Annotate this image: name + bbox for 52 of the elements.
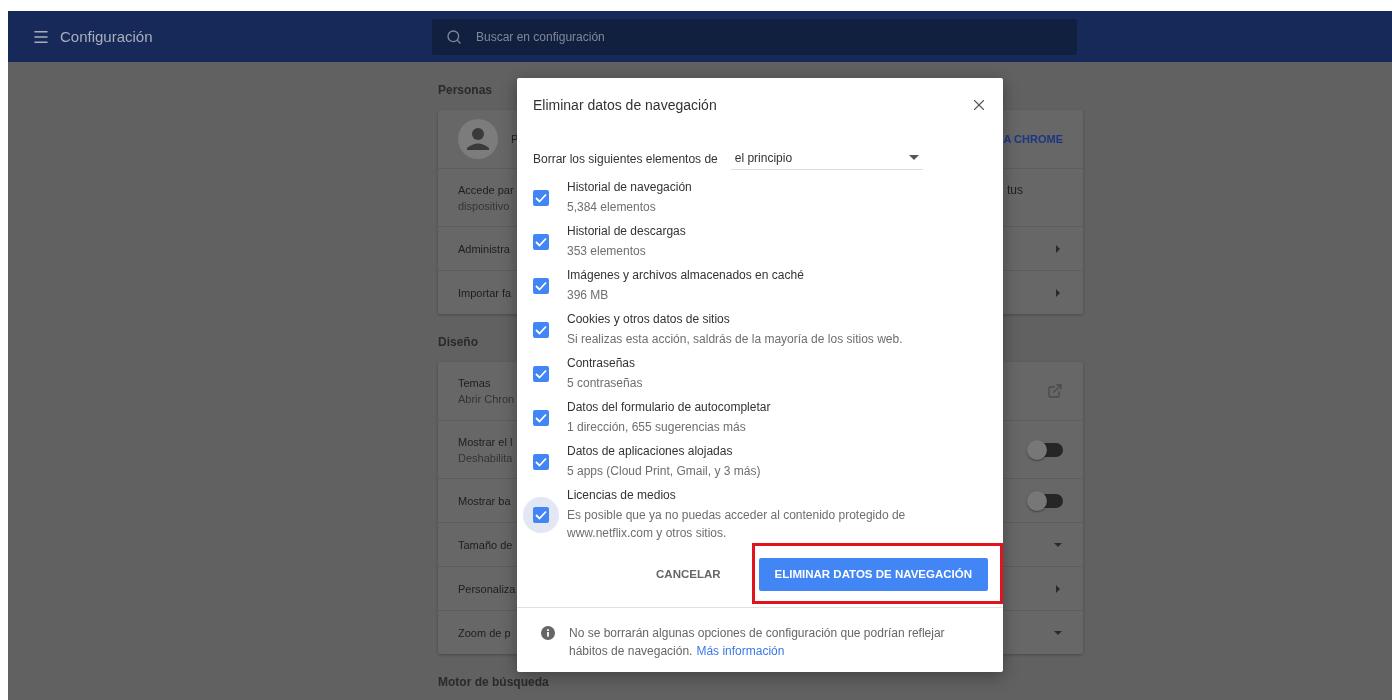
row-text: Zoom de p (458, 626, 511, 639)
avatar-icon (458, 119, 498, 159)
row-text: Accede par (458, 183, 514, 196)
item-title: Cookies y otros datos de sitios (567, 311, 731, 327)
item-detail: 5 contraseñas (567, 374, 644, 392)
item-detail: 1 dirección, 655 sugerencias más (567, 418, 747, 436)
item-detail: 5,384 elementos (567, 198, 657, 216)
checkbox[interactable] (533, 409, 549, 426)
item-title: Historial de descargas (567, 223, 687, 239)
checkbox[interactable] (533, 321, 549, 338)
item-title: Licencias de medios (567, 487, 677, 503)
item-title: Datos del formulario de autocompletar (567, 399, 772, 415)
clear-data-button[interactable]: ELIMINAR DATOS DE NAVEGACIÓN (758, 557, 988, 591)
item-detail: 396 MB (567, 286, 610, 304)
row-text: tus (1007, 183, 1023, 197)
row-text: Temas (458, 377, 492, 389)
row-text: Personaliza (458, 582, 516, 595)
time-range-select[interactable]: el principio (730, 147, 923, 170)
row-text: Mostrar ba (458, 494, 511, 507)
info-icon (541, 626, 555, 640)
item-title: Historial de navegación (567, 179, 693, 195)
checkbox[interactable] (533, 233, 549, 250)
item-detail: Es posible que ya no puedas acceder al contenido protegido de www.netflix.com y otros sitios. (567, 506, 907, 542)
item-title: Imágenes y archivos almacenados en caché (567, 267, 805, 283)
item-title: Datos de aplicaciones alojadas (567, 443, 734, 459)
toggle-switch[interactable] (1029, 493, 1063, 508)
search-icon (446, 28, 462, 45)
more-info-link[interactable]: Más información (696, 644, 785, 658)
item-detail: Si realizas esta acción, saldrás de la mayoría de los sitios web. (567, 330, 904, 348)
item-detail: 353 elementos (567, 242, 647, 260)
row-text: Tamaño de (458, 538, 513, 551)
checkbox[interactable] (533, 453, 549, 470)
caret-icon[interactable] (908, 155, 919, 162)
arrow-icon (1053, 583, 1063, 594)
page-title: Configuración (60, 28, 154, 45)
row-text: Importar fa (458, 286, 512, 299)
arrow-icon (1053, 243, 1063, 254)
footer-note: No se borrarán algunas opciones de configuración que podrían reflejar hábitos de navegación. Más información (569, 625, 946, 656)
range-label: Borrar los siguientes elementos de (533, 151, 718, 166)
checkbox[interactable] (533, 277, 549, 294)
section-title: Diseño (438, 334, 478, 350)
search-field[interactable]: Buscar en configuración (432, 18, 1077, 55)
cancel-button[interactable]: CANCELAR (640, 557, 737, 591)
checkbox[interactable] (533, 189, 549, 206)
item-title: Contraseñas (567, 355, 637, 371)
row-text: Administra (458, 242, 510, 255)
toggle-switch[interactable] (1029, 442, 1063, 457)
arrow-icon (1053, 287, 1063, 298)
checkbox[interactable] (533, 506, 549, 523)
checkbox[interactable] (533, 365, 549, 382)
dialog-title: Eliminar datos de navegación (533, 96, 717, 113)
item-detail: 5 apps (Cloud Print, Gmail, y 3 más) (567, 462, 762, 480)
